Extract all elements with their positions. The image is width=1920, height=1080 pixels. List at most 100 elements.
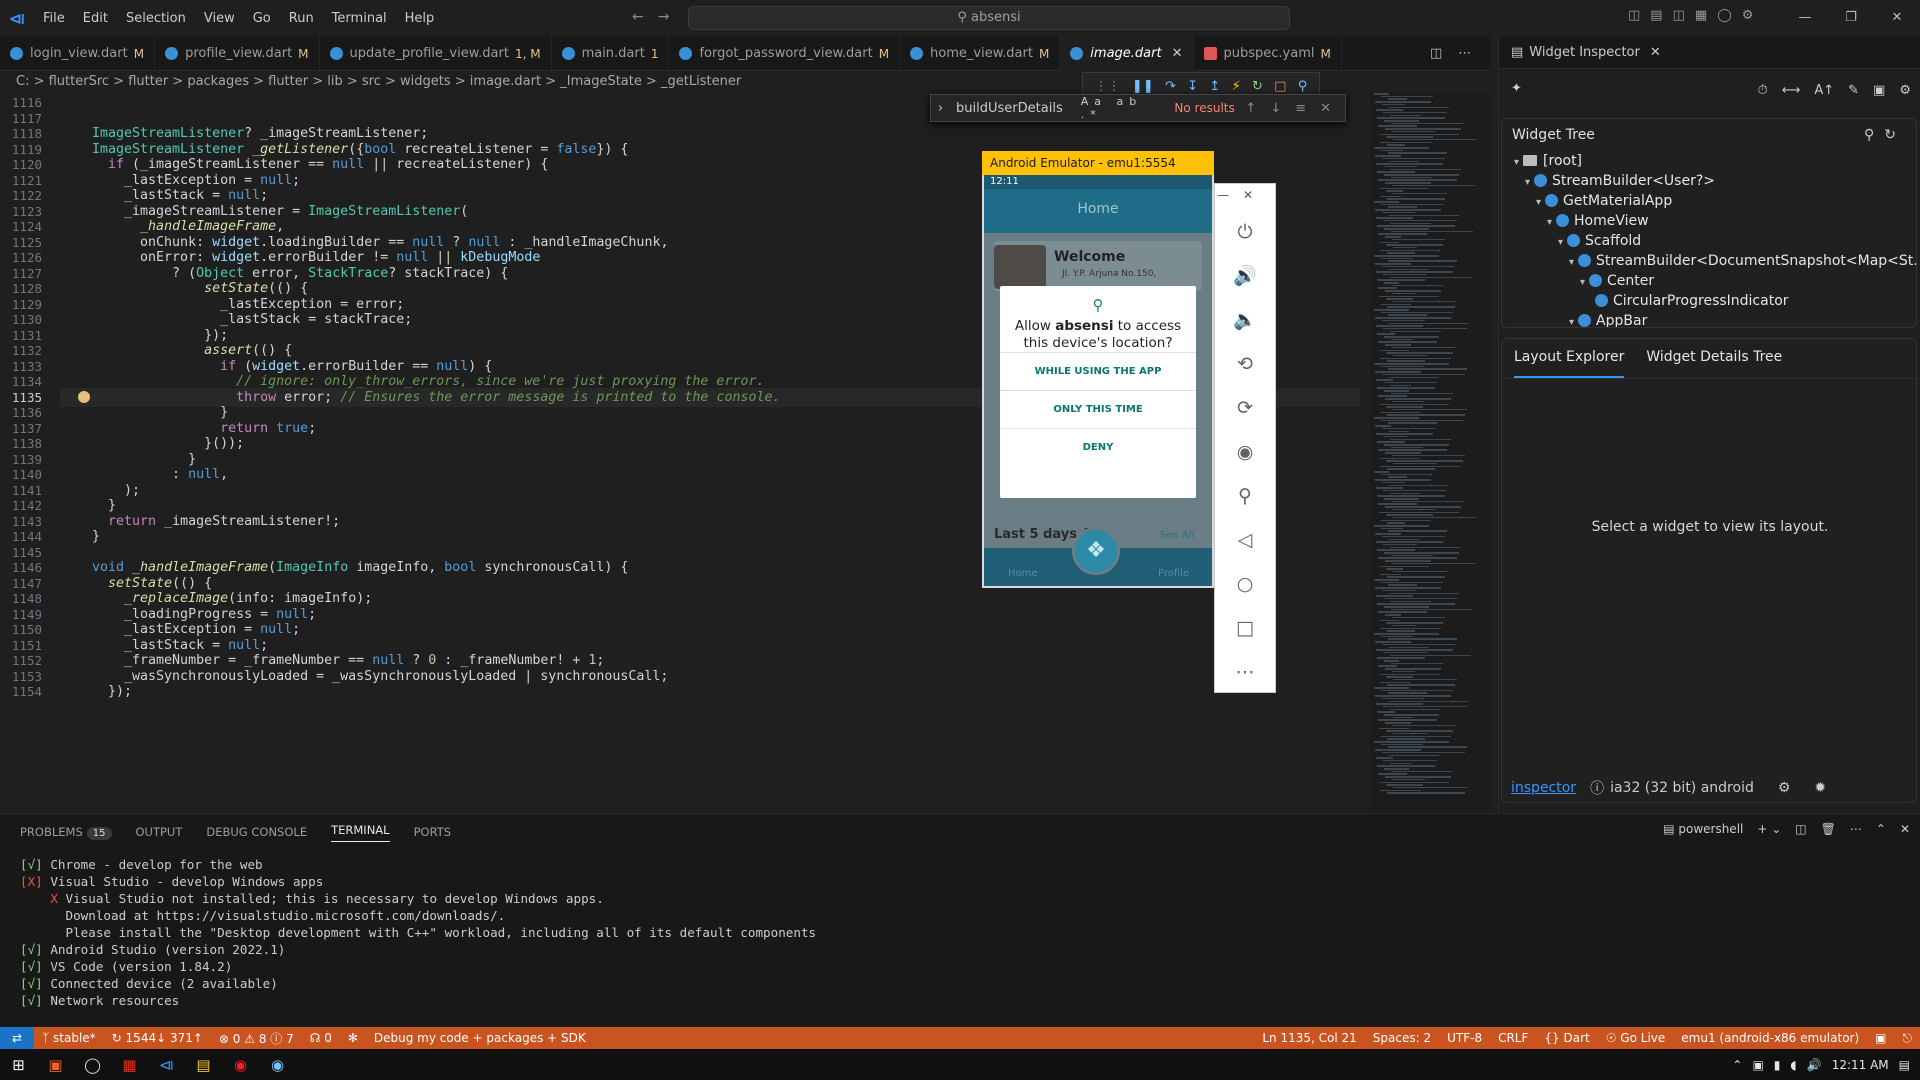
tray-app-icon[interactable]: ▣ [1752,1058,1763,1072]
expand-chevron-icon[interactable]: ▾ [1536,197,1541,208]
notification-center-icon[interactable]: ▤ [1899,1058,1910,1072]
tab-update-profile-view-dart[interactable]: update_profile_view.dart 1, M [320,36,552,71]
zoom-icon[interactable]: ⚲ [1215,474,1275,518]
volume-down-icon[interactable]: 🔈 [1215,298,1275,342]
gear-icon[interactable]: ⚙ [1778,780,1791,796]
tab-main-dart[interactable]: main.dart 1 [552,36,670,71]
tab-output[interactable]: OUTPUT [136,825,183,839]
expand-chevron-icon[interactable]: ▾ [1525,177,1530,188]
manage-gear-icon[interactable]: ⚙ [1742,8,1754,23]
minimap[interactable] [1370,93,1490,813]
home-icon[interactable]: ○ [1215,562,1275,606]
inspector-link[interactable]: inspector [1511,780,1576,796]
tray-chevron-icon[interactable]: ⌃ [1732,1058,1742,1072]
guidelines-icon[interactable]: ⟷ [1782,83,1801,98]
indentation[interactable]: Spaces: 2 [1365,1031,1439,1045]
settings-gear-icon[interactable]: ⚙ [1899,83,1911,98]
encoding[interactable]: UTF-8 [1439,1031,1490,1045]
command-center-search[interactable]: ⚲ absensi [688,6,1290,30]
camera-icon[interactable]: ◉ [1215,430,1275,474]
account-icon[interactable]: ◯ [1717,8,1732,23]
toggle-replace-chevron-icon[interactable]: › [931,101,950,116]
tab-problems[interactable]: PROBLEMS 15 [20,825,112,840]
customize-layout-icon[interactable]: ▦ [1695,8,1707,23]
nav-profile[interactable]: Profile [1158,568,1189,579]
device-selector[interactable]: emu1 (android-x86 emulator) [1673,1031,1867,1045]
close-icon[interactable]: ✕ [1172,46,1183,61]
code-line[interactable]: } [92,527,100,546]
debug-mode[interactable]: Debug my code + packages + SDK [366,1031,594,1045]
start-icon[interactable]: ⊞ [0,1056,37,1074]
ports-count[interactable]: ☊ 0 [302,1031,340,1045]
hot-reload-icon[interactable]: ⚡ [1232,79,1241,94]
menu-item-help[interactable]: Help [396,11,444,26]
step-over-icon[interactable]: ↷ [1165,79,1176,94]
tab-home-view-dart[interactable]: home_view.dart M [900,36,1061,71]
slow-animations-icon[interactable]: ⏱ [1758,83,1768,98]
find-options[interactable]: Aa ab .* [1081,95,1161,121]
app-blue-icon[interactable]: ◉ [259,1056,296,1074]
minimize-button[interactable]: — [1782,0,1828,36]
widget-tree-node[interactable]: ▾ Center [1502,271,1916,291]
menu-item-go[interactable]: Go [244,11,280,26]
more-icon[interactable]: ⋯ [1215,650,1275,694]
menu-item-view[interactable]: View [195,11,244,26]
widget-tree-node[interactable]: ▾ HomeView [1502,211,1916,231]
volume-icon[interactable]: 🔊 [1807,1058,1822,1072]
remote-icon[interactable]: ⇄ [0,1027,34,1049]
vscode-taskbar-icon[interactable]: ⧏ [148,1056,185,1074]
split-editor-icon[interactable]: ◫ [1430,46,1442,61]
expand-chevron-icon[interactable]: ▾ [1547,217,1552,228]
phone-screen[interactable]: 12:11 Home Welcome Jl. Y.P. Arjuna No.15… [984,175,1212,586]
tab-pubspec-yaml[interactable]: pubspec.yaml M [1194,36,1342,71]
more-actions-icon[interactable]: ⋯ [1458,46,1471,61]
widget-tree-node[interactable]: ▾ Scaffold [1502,231,1916,251]
drag-handle-icon[interactable]: ⋮⋮ [1095,79,1121,94]
fingerprint-icon[interactable]: ❖ [1072,527,1120,575]
tab-debug-console[interactable]: DEBUG CONSOLE [206,825,307,839]
step-into-icon[interactable]: ↧ [1187,79,1198,94]
power-icon[interactable]: ⏻ [1215,210,1275,254]
back-icon[interactable]: ◁ [1215,518,1275,562]
tab-login-view-dart[interactable]: login_view.dart M [0,36,156,71]
toggle-sidebar-icon[interactable]: ◫ [1628,8,1640,23]
nav-home[interactable]: Home [1008,568,1038,579]
lightbulb-icon[interactable] [78,390,90,403]
widget-tree-node[interactable]: CircularProgressIndicator [1502,291,1916,311]
while-using-button[interactable]: WHILE USING THE APP [1000,352,1196,390]
debug-mode-icon[interactable]: ✻ [340,1031,366,1045]
close-icon[interactable]: ✕ [1650,45,1661,60]
select-widget-icon[interactable]: ✦ [1511,81,1522,96]
stop-icon[interactable]: □ [1274,79,1286,94]
widget-tree-node[interactable]: ▾ StreamBuilder<User?> [1502,171,1916,191]
widget-tree-node[interactable]: ▾ GetMaterialApp [1502,191,1916,211]
debug-icon[interactable]: ✹ [1814,780,1826,796]
find-input[interactable]: buildUserDetails [950,101,1081,116]
widget-tree-node[interactable]: ▾ [root] [1502,151,1916,171]
expand-chevron-icon[interactable]: ▾ [1569,317,1574,327]
emulator-window-buttons[interactable]: —✕ [1215,184,1275,210]
pause-icon[interactable]: ❚❚ [1132,79,1154,94]
tab-terminal[interactable]: TERMINAL [331,823,390,842]
split-terminal-icon[interactable]: ◫ [1795,822,1806,836]
menu-item-file[interactable]: File [34,11,74,26]
code-line[interactable]: _wasSynchronouslyLoaded = _wasSynchronou… [92,667,668,686]
code-line[interactable]: return _imageStreamListener!; [92,512,340,531]
expand-chevron-icon[interactable]: ▾ [1514,157,1519,168]
toggle-panel-icon[interactable]: ▤ [1650,8,1662,23]
menu-item-run[interactable]: Run [280,11,323,26]
expand-chevron-icon[interactable]: ▾ [1558,237,1563,248]
git-branch[interactable]: ᛉ stable* [34,1031,104,1045]
git-sync[interactable]: ↻ 1544↓ 371↑ [104,1031,211,1045]
flutter-icon[interactable]: ▣ [1867,1031,1894,1045]
terminal-shell-label[interactable]: ▤ powershell [1663,822,1743,836]
see-all-link[interactable]: See All [1160,530,1194,541]
rotate-left-icon[interactable]: ⟲ [1215,342,1275,386]
oversized-images-icon[interactable]: ▣ [1873,83,1885,98]
app-orange-icon[interactable]: ▣ [37,1056,74,1074]
file-explorer-icon[interactable]: ▤ [185,1056,222,1074]
language-mode[interactable]: {} Dart [1536,1031,1597,1045]
go-live-button[interactable]: ☉ Go Live [1598,1031,1674,1045]
battery-icon[interactable]: ▮ [1774,1058,1781,1072]
menu-item-terminal[interactable]: Terminal [323,11,396,26]
